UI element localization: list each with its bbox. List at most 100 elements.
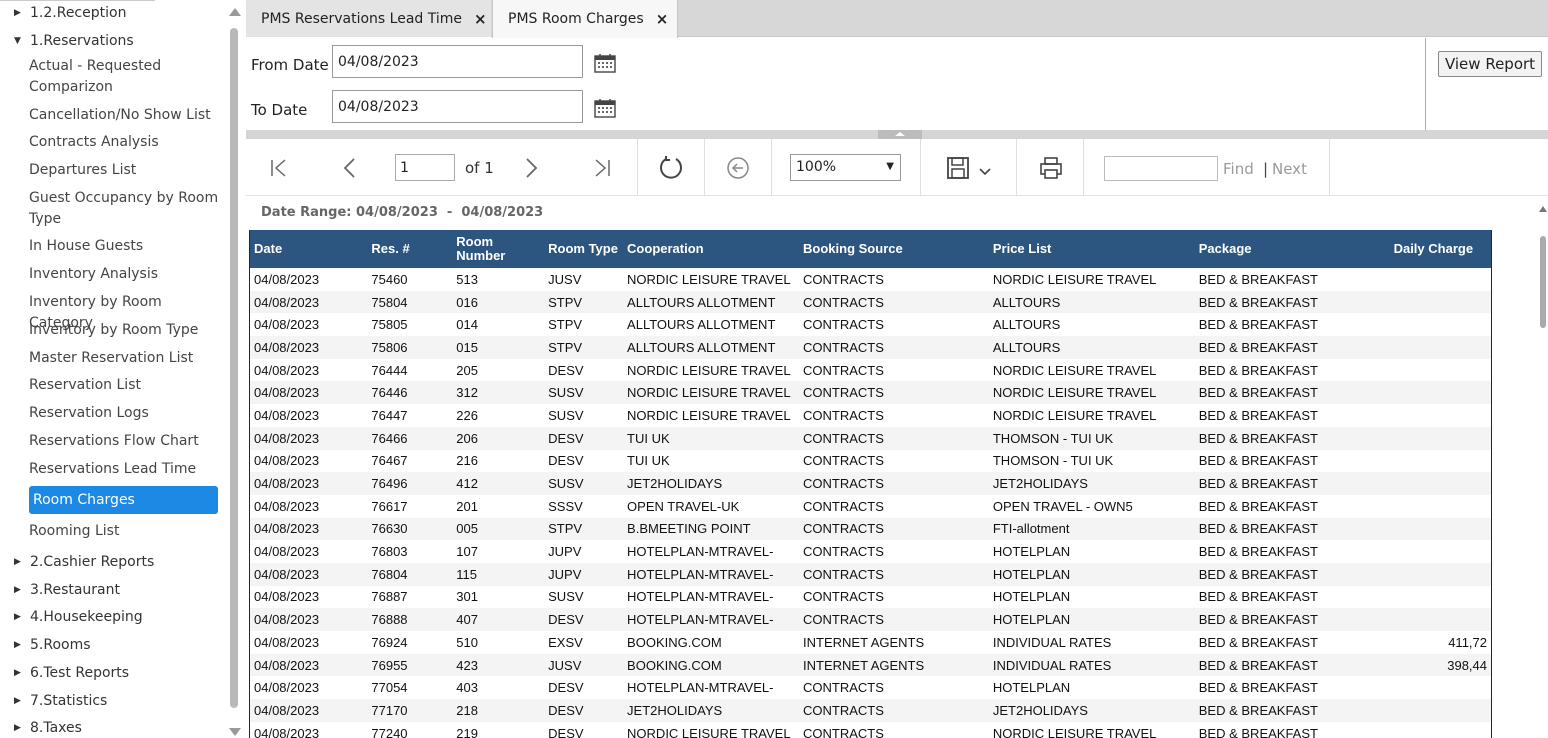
sidebar-scrollbar[interactable] [226,0,242,738]
table-cell [1389,381,1492,405]
to-date-input[interactable] [332,90,583,123]
refresh-icon[interactable] [658,155,684,181]
tree-item-rooming-list[interactable]: Rooming List [29,521,221,542]
view-report-button[interactable]: View Report [1438,51,1542,77]
table-cell: BOOKING.COM [627,634,722,650]
column-header: Room Type [544,230,624,268]
first-page-icon[interactable] [268,155,290,181]
tree-item-departures[interactable]: Departures List [29,160,221,181]
table-row: 04/08/2023 76467 216 DESV TUI UK CONTRACTS THO… [250,450,1492,473]
table-cell: 510 [456,634,478,650]
tree-item-inventory-analysis[interactable]: Inventory Analysis [29,264,221,285]
table-cell: 201 [456,498,478,514]
scroll-up-icon[interactable] [1539,206,1547,212]
table-cell: CONTRACTS [803,317,884,333]
table-cell [1390,495,1492,518]
table-row: 04/08/2023 77240 219 DESV NORDIC LEISURE TRA… [250,722,1492,738]
calendar-icon[interactable] [594,98,616,118]
print-icon[interactable] [1039,155,1063,181]
tree-group-rooms[interactable]: ▶ 5.Rooms [14,637,91,653]
previous-page-icon[interactable] [341,155,359,181]
tree-group-test-reports[interactable]: ▶ 6.Test Reports [14,665,129,681]
table-cell: JUPV [544,562,624,586]
page-number-input[interactable] [395,154,455,181]
calendar-icon[interactable] [594,53,616,73]
tree-item-contracts-analysis[interactable]: Contracts Analysis [29,132,221,153]
back-icon[interactable] [726,155,750,181]
table-cell: 04/08/2023 [254,407,320,423]
scroll-up-icon[interactable] [229,8,241,16]
table-cell: BED & BREAKFAST [1194,653,1390,677]
table-cell: 04/08/2023 [254,725,320,738]
table-cell: BED & BREAKFAST [1198,634,1318,650]
table-cell: 76887 [371,589,408,605]
report-scrollbar[interactable] [1536,196,1548,738]
find-button[interactable]: Find [1223,160,1254,178]
find-input[interactable] [1104,156,1218,181]
scroll-down-icon[interactable] [229,728,241,736]
tree-group-label: 4.Housekeeping [30,609,143,625]
table-cell: STPV [544,336,624,359]
tree-group-taxes[interactable]: ▶ 8.Taxes [14,720,82,736]
table-row: 04/08/2023 75805 014 STPV ALLTOURS ALLOTMENT… [250,313,1492,336]
scrollbar-thumb[interactable] [1540,236,1546,328]
tree-group-label: 6.Test Reports [30,665,130,681]
table-cell: 77240 [371,725,408,738]
table-cell: 04/08/2023 [254,589,320,605]
table-cell: DESV [548,725,584,738]
table-cell [1389,562,1492,586]
close-icon[interactable]: × [474,10,487,28]
tree-item-guest-occupancy[interactable]: Guest Occupancy by Room Type [29,188,221,230]
tree-item-reservation-logs[interactable]: Reservation Logs [29,403,221,424]
table-cell [1390,313,1492,336]
tab-room-charges[interactable]: PMS Room Charges × [492,0,678,38]
find-next-button[interactable]: Next [1272,160,1307,178]
tree-item-flow-chart[interactable]: Reservations Flow Chart [29,431,221,452]
export-save-icon[interactable] [946,155,994,181]
table-cell: SUSV [544,381,624,405]
tree-item-cancellation[interactable]: Cancellation/No Show List [29,105,221,126]
room-charges-table: Date Res. # Room Number Room Type Cooper… [249,230,1492,738]
table-cell: CONTRACTS [803,589,884,605]
collapse-grip[interactable] [878,130,922,139]
from-date-input[interactable] [332,45,583,78]
tree-item-actual-requested[interactable]: Actual - Requested Comparizon [29,56,221,98]
table-cell: CONTRACTS [799,699,989,722]
tree-group-statistics[interactable]: ▶ 7.Statistics [14,693,107,709]
table-cell: CONTRACTS [803,725,884,738]
next-page-icon[interactable] [522,155,540,181]
table-cell: INTERNET AGENTS [803,634,925,650]
table-cell: 04/08/2023 [249,608,368,631]
close-icon[interactable]: × [656,10,669,28]
tree-group-cashier[interactable]: ▶ 2.Cashier Reports [14,554,154,570]
tree-group-housekeeping[interactable]: ▶ 4.Housekeeping [14,609,143,625]
tree-item-room-charges[interactable]: Room Charges [29,486,218,514]
tab-reservations-lead-time[interactable]: PMS Reservations Lead Time × [246,0,491,37]
table-cell [1389,517,1492,541]
table-cell: 76496 [367,472,453,495]
table-cell: ALLTOURS ALLOTMENT [623,336,800,359]
scrollbar-thumb[interactable] [230,28,238,708]
table-cell [1390,268,1492,291]
tree-item-lead-time[interactable]: Reservations Lead Time [29,459,221,480]
parameters-splitter[interactable] [246,130,1548,139]
tree-item-inventory-type[interactable]: Inventory by Room Type [29,320,221,341]
tree-group-restaurant[interactable]: ▶ 3.Restaurant [14,582,120,598]
tree-item-in-house[interactable]: In House Guests [29,236,221,257]
table-cell: 04/08/2023 [254,634,320,650]
table-cell: 403 [456,680,478,696]
tree-item-reservation-list[interactable]: Reservation List [29,375,221,396]
tree-group-reservations[interactable]: ▼ 1.Reservations [14,33,134,49]
table-cell: BED & BREAKFAST [1198,271,1318,287]
table-cell: BED & BREAKFAST [1198,680,1318,696]
tree-group-label: 3.Restaurant [30,582,121,598]
zoom-select[interactable]: 100% ▼ [790,154,901,181]
table-cell: BED & BREAKFAST [1194,472,1390,495]
tree-group-reception[interactable]: ▶ 1.2.Reception [14,5,126,21]
chevron-right-icon: ▶ [14,8,21,18]
tree-item-master-reservation[interactable]: Master Reservation List [29,348,221,369]
table-cell: STPV [548,317,583,333]
last-page-icon[interactable] [591,155,613,181]
table-cell: BED & BREAKFAST [1198,362,1318,378]
table-cell [1390,404,1492,427]
